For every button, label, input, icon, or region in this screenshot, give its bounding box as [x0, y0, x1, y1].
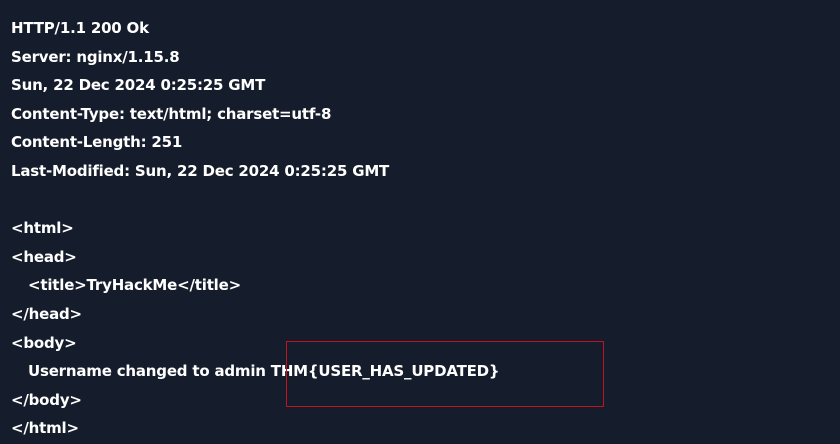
html-open-tag: <html> — [11, 219, 74, 238]
flag-highlight-box — [286, 341, 604, 407]
status-line: HTTP/1.1 200 Ok — [11, 19, 149, 37]
content-type-header: Content-Type: text/html; charset=utf-8 — [11, 104, 332, 123]
last-modified-header: Last-Modified: Sun, 22 Dec 2024 0:25:25 … — [11, 161, 390, 180]
html-close-tag: </html> — [11, 419, 79, 438]
head-open-tag: <head> — [11, 247, 77, 266]
head-close-tag: </head> — [11, 304, 82, 323]
message-prefix: Username changed to admin — [28, 362, 271, 381]
server-header: Server: nginx/1.15.8 — [11, 47, 180, 66]
title-tag-line: <title>TryHackMe</title> — [28, 276, 241, 295]
http-response-panel: HTTP/1.1 200 Ok Server: nginx/1.15.8 Sun… — [0, 0, 840, 444]
content-length-header: Content-Length: 251 — [11, 133, 183, 152]
date-header: Sun, 22 Dec 2024 0:25:25 GMT — [11, 76, 266, 95]
